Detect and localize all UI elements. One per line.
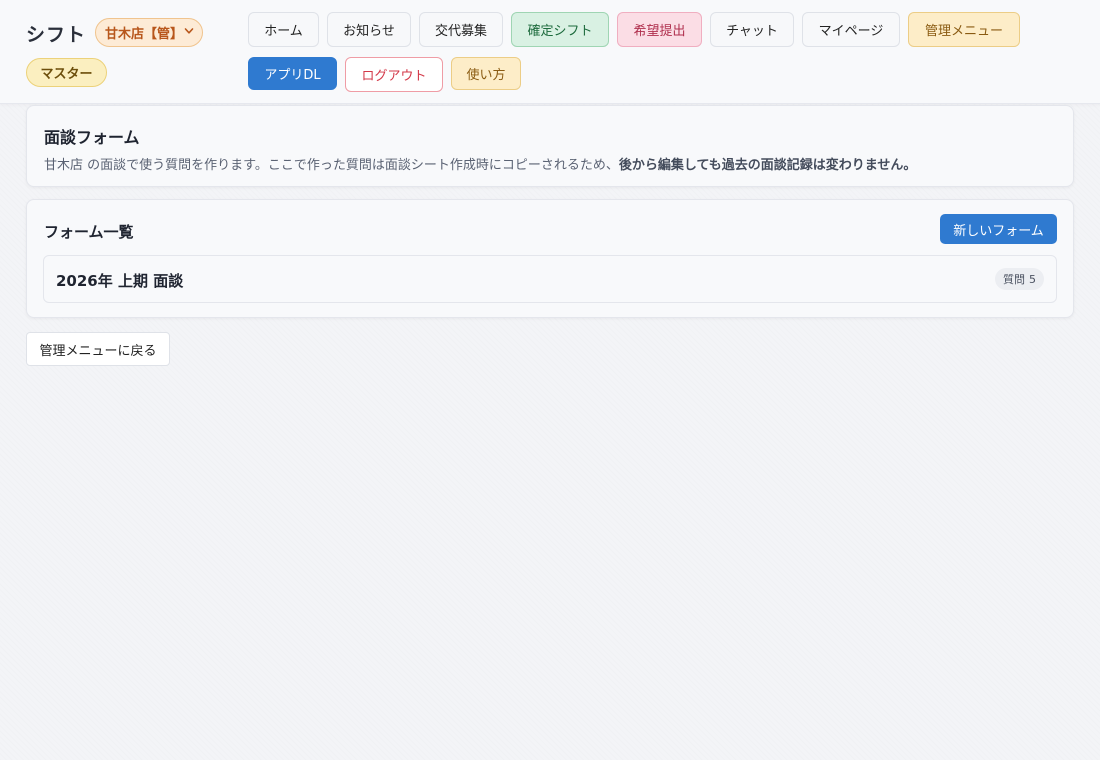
description-emphasis: 後から編集しても過去の面談記録は変わりません。: [618, 158, 917, 173]
question-count-label: 質問: [1003, 273, 1025, 286]
new-form-button[interactable]: 新しいフォーム: [940, 214, 1057, 244]
nav-admin-menu-button[interactable]: 管理メニュー: [908, 12, 1020, 47]
nav-howto-button[interactable]: 使い方: [451, 57, 521, 90]
nav-home-button[interactable]: ホーム: [248, 12, 319, 47]
chevron-down-icon: [184, 28, 194, 34]
top-header: シフト 甘木店【管】 マスター ホーム お知らせ 交代募集 確定シフト 希望提出…: [0, 0, 1100, 104]
nav-request-button[interactable]: 希望提出: [617, 12, 702, 47]
nav-logout-button[interactable]: ログアウト: [345, 57, 443, 92]
back-to-admin-menu-button[interactable]: 管理メニューに戻る: [26, 332, 170, 366]
list-item[interactable]: 2026年 上期 面談 質問 5: [43, 255, 1057, 303]
description-text: 甘木店 の面談で使う質問を作ります。ここで作った質問は面談シート作成時にコピーさ…: [44, 158, 619, 173]
question-count-badge: 質問 5: [995, 268, 1044, 290]
store-select[interactable]: 甘木店【管】: [95, 18, 203, 47]
form-list-title: フォーム一覧: [44, 223, 134, 241]
app-title: シフト: [26, 24, 87, 46]
question-count-value: 5: [1029, 272, 1036, 286]
intro-card: 面談フォーム 甘木店 の面談で使う質問を作ります。ここで作った質問は面談シート作…: [26, 105, 1074, 187]
page-description: 甘木店 の面談で使う質問を作ります。ここで作った質問は面談シート作成時にコピーさ…: [44, 154, 916, 173]
store-select-value: 甘木店【管】: [105, 27, 184, 42]
form-list-card: フォーム一覧 新しいフォーム 2026年 上期 面談 質問 5: [26, 199, 1074, 318]
nav-chat-button[interactable]: チャット: [710, 12, 794, 47]
nav-swap-button[interactable]: 交代募集: [419, 12, 503, 47]
page-title: 面談フォーム: [44, 128, 140, 147]
nav-news-button[interactable]: お知らせ: [327, 12, 411, 47]
nav-app-download-button[interactable]: アプリDL: [248, 57, 337, 90]
role-badge: マスター: [26, 58, 107, 87]
form-name: 2026年 上期 面談: [56, 272, 184, 290]
nav-confirmed-shift-button[interactable]: 確定シフト: [511, 12, 609, 47]
nav-mypage-button[interactable]: マイページ: [802, 12, 900, 47]
